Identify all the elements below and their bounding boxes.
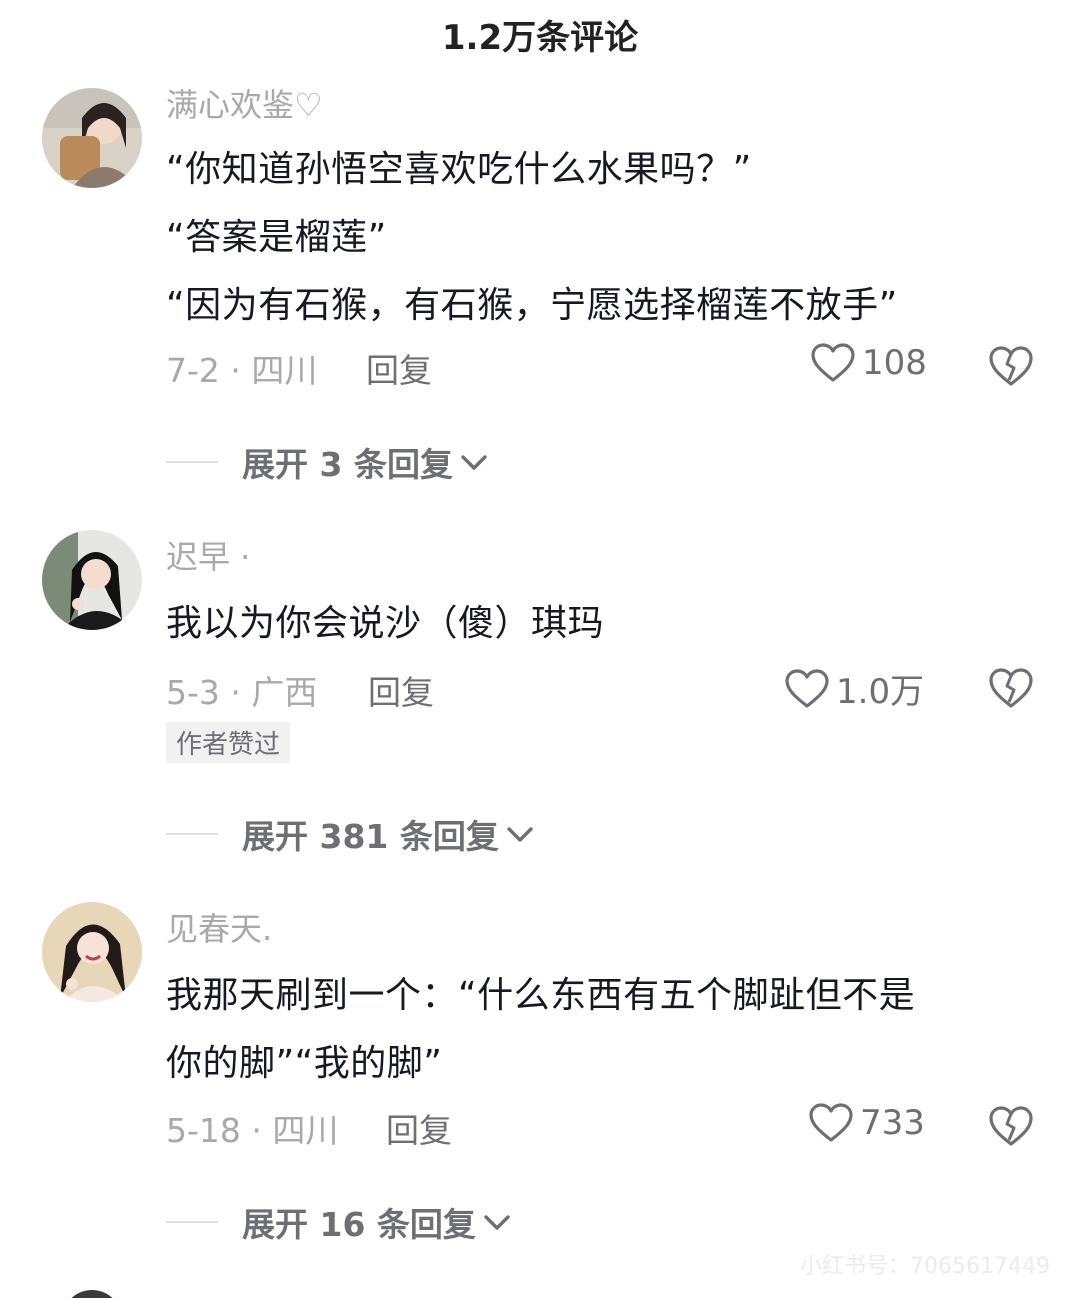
- heart-outline-icon: [809, 1103, 853, 1142]
- reply-button[interactable]: 回复: [366, 344, 432, 392]
- username[interactable]: 迟早 ·: [166, 532, 250, 578]
- divider-line: [166, 461, 218, 463]
- avatar-photo: [42, 530, 142, 630]
- expand-replies-button[interactable]: 展开 381 条回复: [166, 810, 535, 858]
- like-button[interactable]: 1.0万: [784, 664, 924, 713]
- comment-text-line: 我那天刷到一个：“什么东西有五个脚趾但不是: [166, 975, 916, 1016]
- avatar[interactable]: [42, 88, 142, 188]
- comment-text-line: “答案是榴莲”: [166, 217, 387, 258]
- expand-replies-button[interactable]: 展开 16 条回复: [166, 1198, 512, 1246]
- comment-text-line: 我以为你会说沙（傻）琪玛: [166, 603, 605, 644]
- divider-line: [166, 1221, 218, 1223]
- like-count: 1.0万: [836, 672, 925, 712]
- expand-replies-label: 展开 16 条回复: [242, 1205, 476, 1244]
- comment-text-line: “你知道孙悟空喜欢吃什么水果吗？”: [166, 149, 752, 190]
- next-comment-avatar: [62, 1290, 122, 1298]
- watermark: 小红书号：7065617449: [800, 1254, 1050, 1279]
- expand-replies-label: 展开 381 条回复: [242, 817, 499, 856]
- divider-line: [166, 833, 218, 835]
- avatar[interactable]: [42, 902, 142, 1002]
- dislike-button[interactable]: [988, 344, 1034, 388]
- heart-outline-icon: [785, 668, 829, 708]
- reply-button[interactable]: 回复: [368, 666, 434, 714]
- broken-heart-icon: [989, 1106, 1033, 1146]
- dislike-button[interactable]: [988, 666, 1034, 710]
- comment-date-location: 7-2 · 四川: [166, 351, 318, 390]
- like-count: 733: [860, 1103, 925, 1143]
- broken-heart-icon: [989, 346, 1033, 386]
- author-liked-badge: 作者赞过: [166, 722, 291, 763]
- chevron-down-icon: [461, 455, 487, 470]
- comment-text-line: 你的脚”“我的脚”: [166, 1043, 443, 1084]
- chevron-down-icon: [484, 1215, 510, 1230]
- comment-date-location: 5-18 · 四川: [166, 1111, 339, 1150]
- avatar-photo: [42, 902, 142, 1002]
- comment-date-location: 5-3 · 广西: [166, 673, 318, 712]
- comment-count-title: 1.2万条评论: [441, 18, 639, 58]
- comment-text-line: “因为有石猴，有石猴，宁愿选择榴莲不放手”: [166, 285, 898, 326]
- like-button[interactable]: 108: [810, 342, 927, 384]
- comments-panel: 1.2万条评论 满心欢鉴♡ “你知道孙悟空喜欢吃什么水果吗？” “答案是榴莲” …: [0, 0, 1080, 1298]
- dislike-button[interactable]: [988, 1104, 1034, 1148]
- avatar-photo: [42, 88, 142, 188]
- username[interactable]: 满心欢鉴♡: [166, 80, 323, 126]
- heart-outline-icon: [811, 343, 855, 382]
- expand-replies-button[interactable]: 展开 3 条回复: [166, 438, 489, 486]
- expand-replies-label: 展开 3 条回复: [242, 445, 453, 484]
- username[interactable]: 见春天.: [166, 904, 272, 950]
- broken-heart-icon: [989, 668, 1033, 708]
- reply-button[interactable]: 回复: [386, 1104, 452, 1152]
- chevron-down-icon: [507, 827, 533, 842]
- like-button[interactable]: 733: [808, 1102, 925, 1144]
- avatar[interactable]: [42, 530, 142, 630]
- like-count: 108: [862, 343, 927, 383]
